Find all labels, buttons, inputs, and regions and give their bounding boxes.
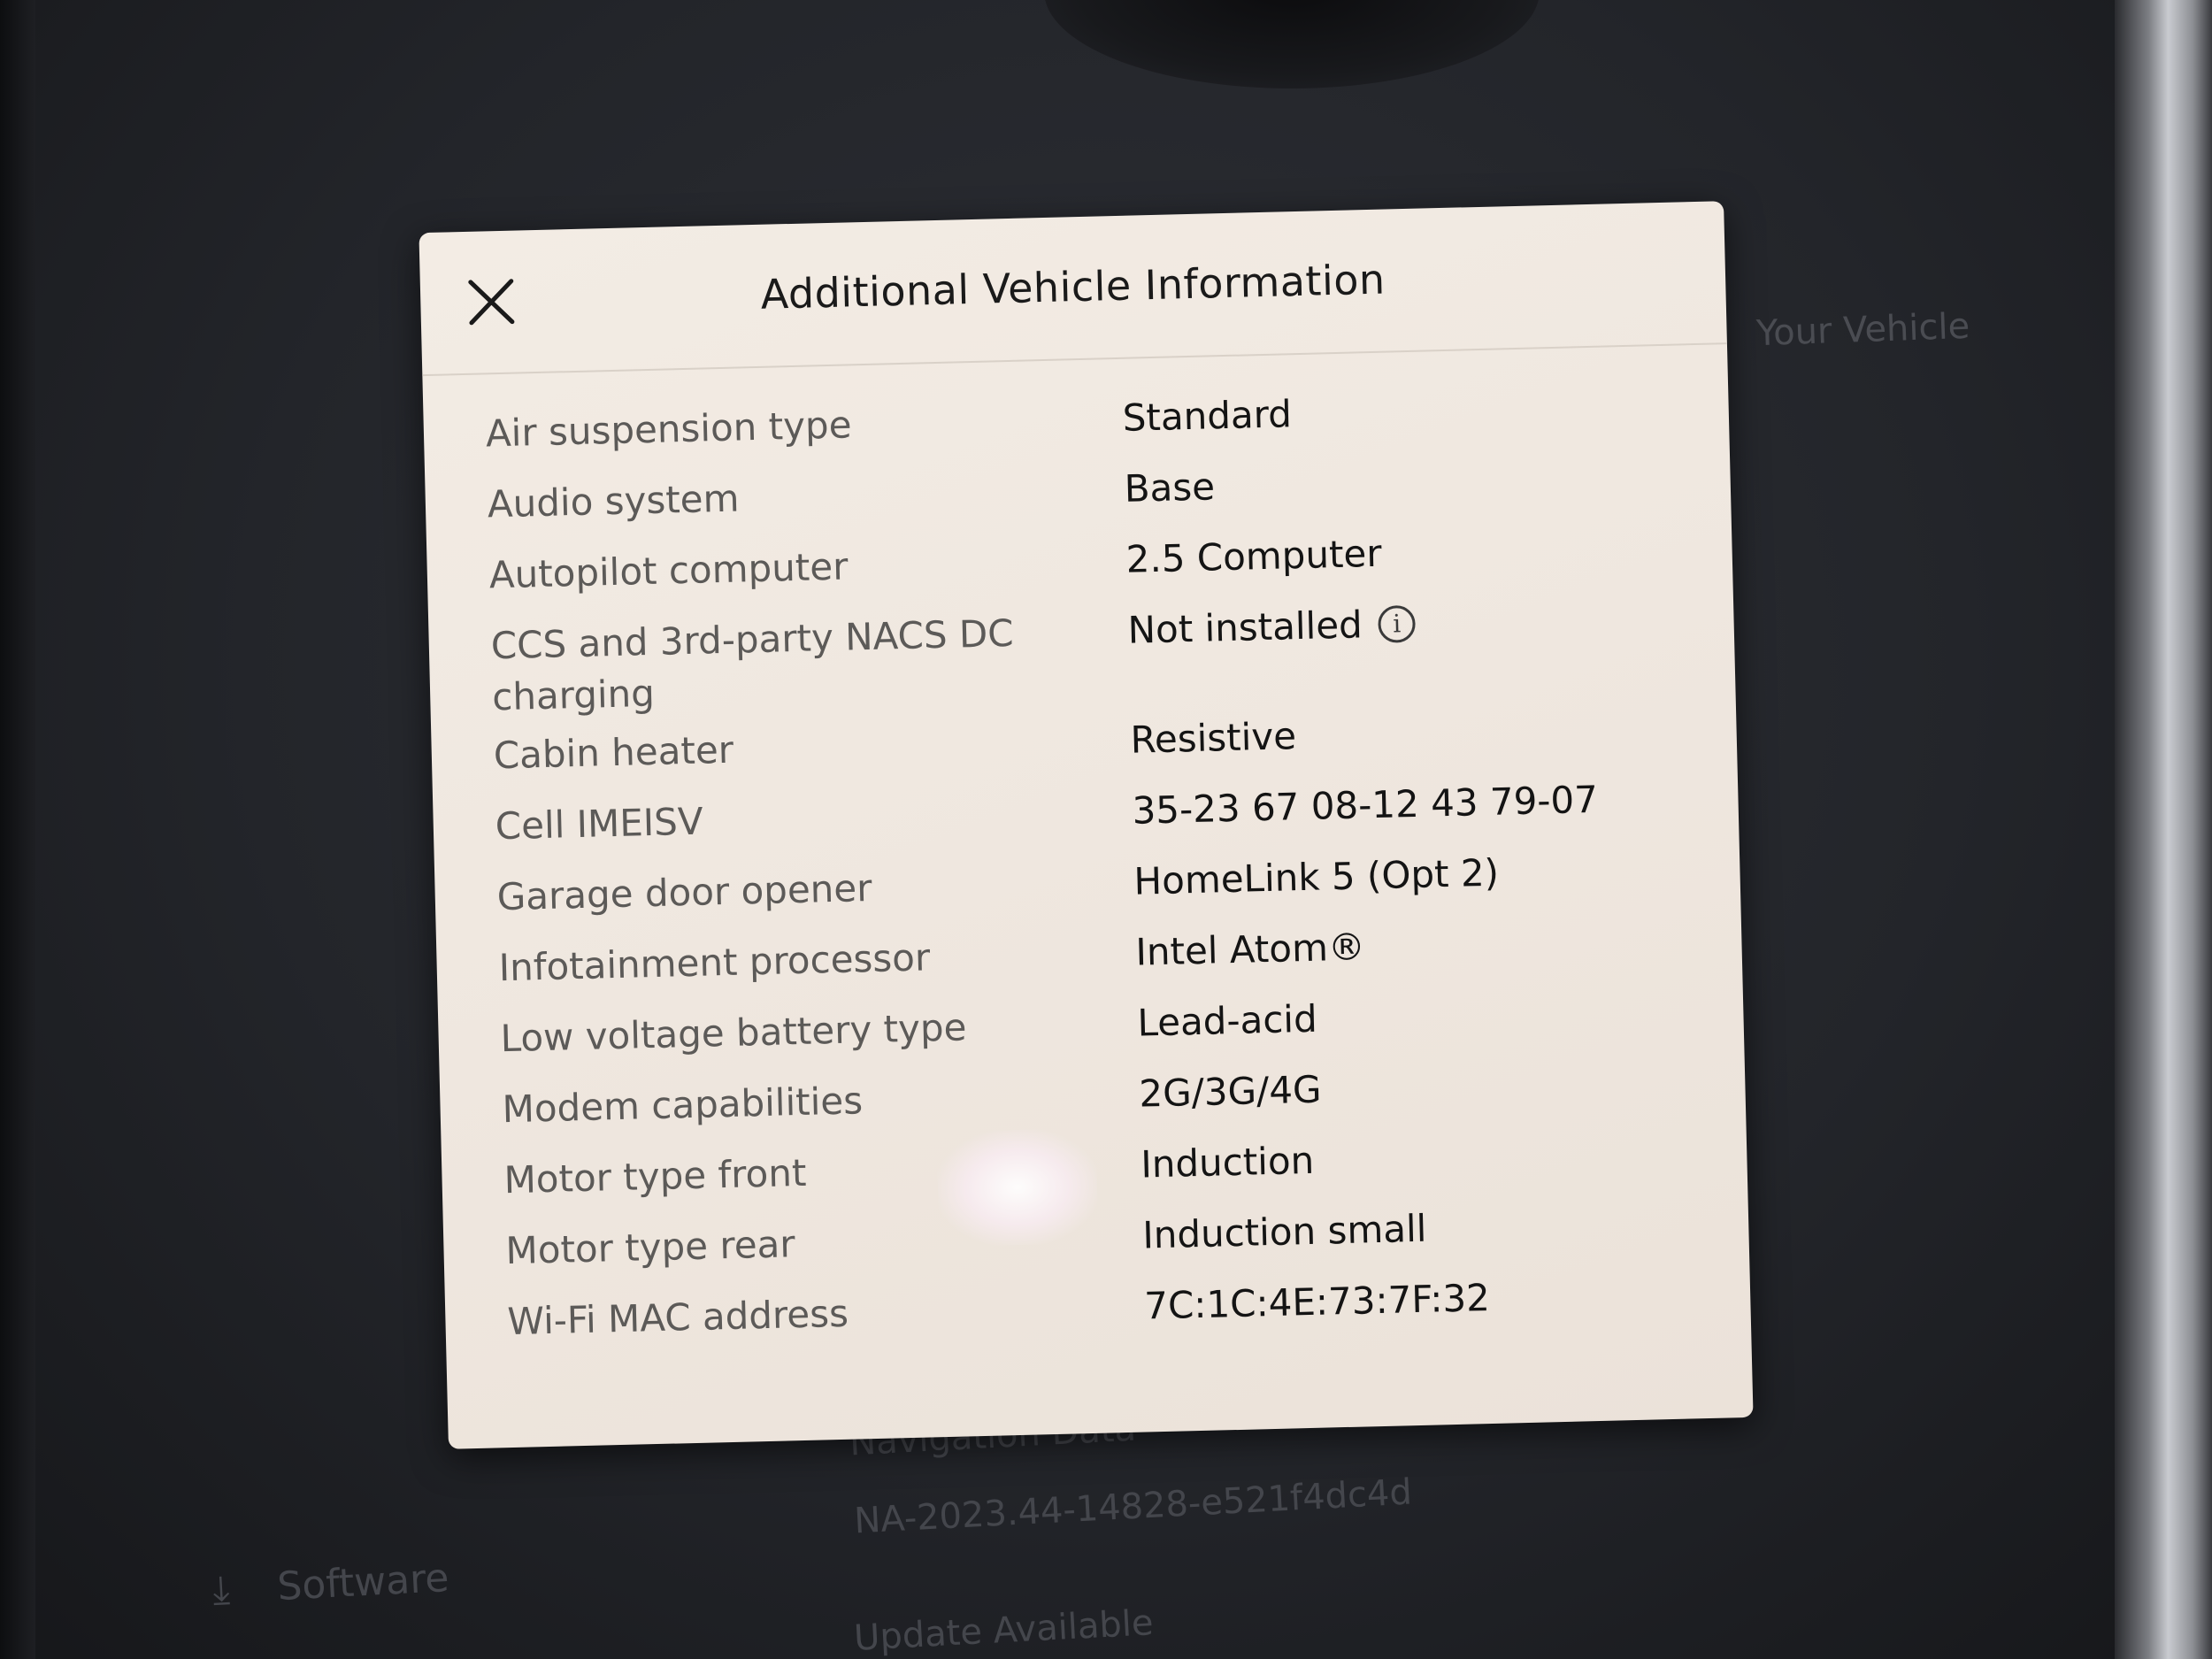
download-icon: ⤓ xyxy=(211,1567,231,1613)
screen-bezel-left xyxy=(0,0,35,1659)
touchscreen: Your Vehicle Navigation Data NA-2023.44-… xyxy=(0,0,2212,1659)
sidebar-item-software[interactable]: ⤓ Software xyxy=(211,1555,450,1613)
row-label: Air suspension type xyxy=(485,403,853,456)
info-icon[interactable]: i xyxy=(1378,604,1417,643)
vehicle-info-list: Air suspension type Standard Audio syste… xyxy=(485,380,1694,1367)
screen-bezel-right xyxy=(2115,0,2212,1659)
background-navigation-data-value: NA-2023.44-14828-e521f4dc4d xyxy=(853,1471,1413,1542)
row-label: CCS and 3rd-party NACS DC charging xyxy=(490,611,1015,719)
row-value: Standard xyxy=(1122,392,1293,440)
sidebar-item-label: Software xyxy=(276,1555,450,1610)
additional-vehicle-info-dialog: Additional Vehicle Information Air suspe… xyxy=(419,201,1754,1449)
background-update-status: Update Available xyxy=(853,1602,1155,1659)
dialog-title: Additional Vehicle Information xyxy=(760,255,1386,319)
dialog-header: Additional Vehicle Information xyxy=(419,201,1727,377)
vehicle-image xyxy=(1044,0,1540,88)
row-value-text: Not installed xyxy=(1127,603,1363,652)
background-your-vehicle-label: Your Vehicle xyxy=(1755,305,1970,355)
